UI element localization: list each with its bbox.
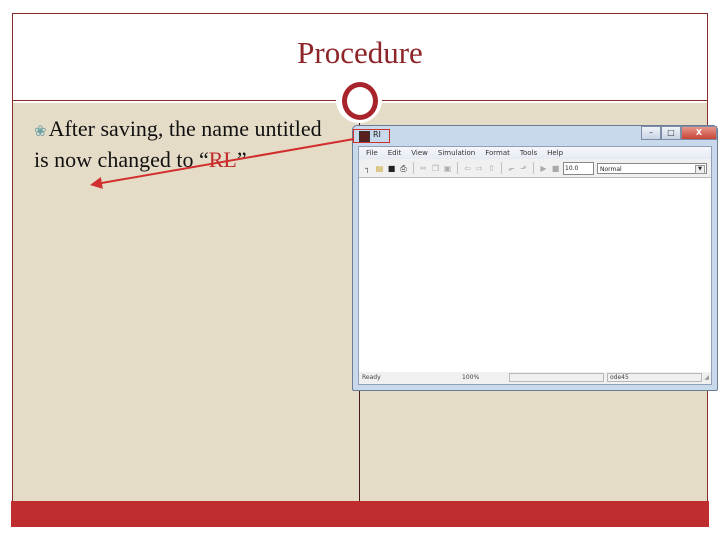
window-client: File Edit View Simulation Format Tools H… bbox=[358, 146, 712, 385]
bullet-text: After saving, the name untitled is now c… bbox=[34, 116, 322, 172]
bullet-item: ❀After saving, the name untitled is now … bbox=[34, 115, 334, 173]
stop-time-input[interactable]: 10.0 bbox=[563, 161, 594, 175]
redo-icon[interactable]: ⬏ bbox=[519, 164, 528, 173]
highlight-name: RL bbox=[208, 147, 237, 172]
toolbar-separator bbox=[413, 162, 414, 174]
slide-title: Procedure bbox=[297, 35, 423, 70]
chevron-down-icon[interactable]: ▼ bbox=[695, 164, 705, 174]
sim-mode-value: Normal bbox=[600, 165, 622, 173]
copy-icon[interactable]: ❐ bbox=[431, 164, 440, 173]
status-solver: ode45 bbox=[610, 374, 629, 381]
resize-grip-icon[interactable]: ◢ bbox=[704, 374, 709, 381]
sim-mode-select[interactable]: Normal ▼ bbox=[597, 162, 707, 174]
toolbar: ┐ ▤ ■ ⎙ ✂ ❐ ▣ ⇦ ⇨ ⇧ ⬐ ⬏ ▶ ■ 10.0 Normal … bbox=[359, 159, 711, 178]
simulink-window: RI – □ X File Edit View Simulation Forma… bbox=[352, 125, 718, 391]
menu-format[interactable]: Format bbox=[485, 147, 510, 159]
back-icon[interactable]: ⇦ bbox=[463, 164, 472, 173]
menu-bar: File Edit View Simulation Format Tools H… bbox=[359, 147, 711, 159]
open-icon[interactable]: ▤ bbox=[375, 164, 384, 173]
window-controls: – □ X bbox=[641, 126, 717, 141]
menu-view[interactable]: View bbox=[411, 147, 428, 159]
menu-simulation[interactable]: Simulation bbox=[438, 147, 475, 159]
status-state: Ready bbox=[362, 374, 381, 381]
model-canvas[interactable] bbox=[359, 178, 711, 372]
title-annotation-box bbox=[353, 129, 390, 143]
forward-icon[interactable]: ⇨ bbox=[475, 164, 484, 173]
menu-tools[interactable]: Tools bbox=[520, 147, 537, 159]
save-icon[interactable]: ■ bbox=[387, 164, 396, 173]
paste-icon[interactable]: ▣ bbox=[443, 164, 452, 173]
minimize-button[interactable]: – bbox=[641, 126, 661, 140]
toolbar-separator bbox=[533, 162, 534, 174]
toolbar-separator bbox=[457, 162, 458, 174]
menu-help[interactable]: Help bbox=[547, 147, 563, 159]
footer-bar bbox=[11, 501, 709, 527]
cut-icon[interactable]: ✂ bbox=[419, 164, 428, 173]
print-icon[interactable]: ⎙ bbox=[399, 164, 408, 173]
stop-icon[interactable]: ■ bbox=[551, 164, 560, 173]
window-titlebar[interactable]: RI – □ X bbox=[353, 126, 717, 146]
close-button[interactable]: X bbox=[681, 126, 717, 140]
bullet-icon: ❀ bbox=[34, 124, 47, 140]
undo-icon[interactable]: ⬐ bbox=[507, 164, 516, 173]
maximize-button[interactable]: □ bbox=[661, 126, 681, 140]
start-icon[interactable]: ▶ bbox=[539, 164, 548, 173]
up-icon[interactable]: ⇧ bbox=[487, 164, 496, 173]
status-panel bbox=[509, 373, 604, 382]
menu-file[interactable]: File bbox=[366, 147, 378, 159]
status-bar: Ready 100% ode45 ◢ bbox=[359, 372, 711, 384]
status-zoom: 100% bbox=[462, 374, 480, 381]
circle-ornament-icon bbox=[342, 82, 378, 120]
toolbar-separator bbox=[501, 162, 502, 174]
new-icon[interactable]: ┐ bbox=[363, 164, 372, 173]
bullet-text-end: ” bbox=[236, 147, 247, 172]
menu-edit[interactable]: Edit bbox=[388, 147, 402, 159]
